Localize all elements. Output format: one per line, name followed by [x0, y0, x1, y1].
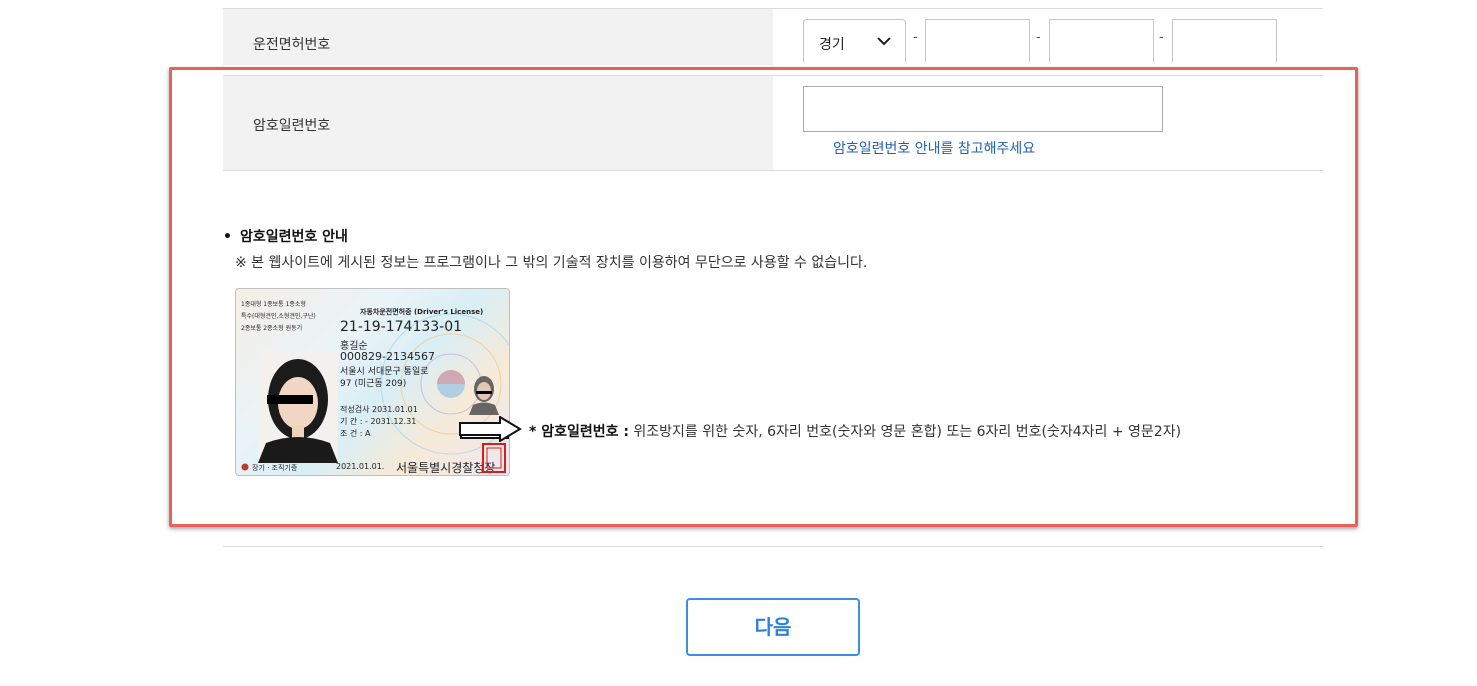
region-select-value: 경기	[819, 37, 845, 53]
highlight-box	[169, 67, 1358, 527]
license-number-input-2[interactable]	[1049, 19, 1154, 62]
dash: -	[1036, 30, 1041, 45]
divider	[223, 546, 1323, 547]
label-cell: 운전면허번호	[223, 9, 773, 65]
dash: -	[913, 30, 918, 45]
dash: -	[1159, 30, 1164, 45]
license-number-input-1[interactable]	[925, 19, 1030, 62]
next-button[interactable]: 다음	[686, 598, 860, 656]
chevron-down-icon	[877, 37, 891, 46]
license-number-input-3[interactable]	[1172, 19, 1277, 62]
license-row: 운전면허번호	[223, 9, 1323, 65]
region-select[interactable]: 경기	[803, 19, 906, 62]
license-label: 운전면허번호	[253, 37, 331, 53]
